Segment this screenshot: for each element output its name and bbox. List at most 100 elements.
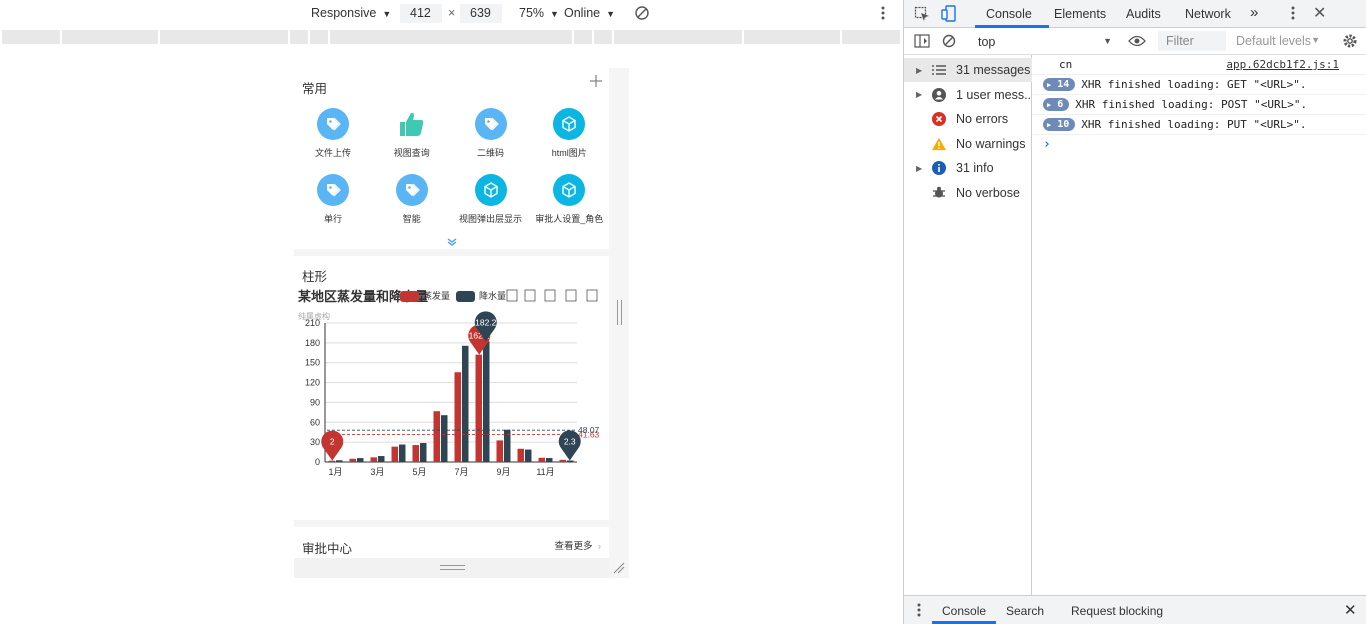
sidebar-filter-label: 31 info	[956, 161, 994, 176]
sidebar-filter-label: No errors	[956, 112, 1009, 127]
bar	[399, 444, 406, 462]
user-icon	[932, 87, 946, 102]
expand-chevron-icon[interactable]	[446, 236, 458, 250]
sidebar-filter-item[interactable]: No warnings	[904, 132, 1032, 156]
shortcut-label: 视图查询	[393, 148, 430, 158]
y-tick-label: 0	[315, 457, 320, 467]
more-options-icon[interactable]	[880, 5, 886, 24]
resize-grip-horizontal[interactable]	[440, 565, 465, 570]
shortcut-item[interactable]: 文件上传	[294, 108, 372, 159]
clear-console-icon[interactable]	[942, 34, 956, 51]
shortcut-item[interactable]: 视图查询	[373, 108, 451, 159]
shortcut-item[interactable]: 单行	[294, 174, 372, 225]
drawer-tab-request-blocking[interactable]: Request blocking	[1071, 604, 1163, 618]
y-tick-label: 180	[305, 338, 320, 348]
line-chart-icon[interactable]	[565, 289, 577, 302]
y-tick-label: 60	[310, 417, 320, 427]
view-more-link[interactable]: 查看更多 ›	[555, 538, 601, 552]
mark-point-label: 182.2	[475, 317, 497, 327]
sidebar-filter-item[interactable]: No verbose	[904, 181, 1032, 205]
y-tick-label: 210	[305, 318, 320, 328]
y-tick-label: 150	[305, 358, 320, 368]
repeat-count-badge[interactable]: ▶ 10	[1043, 118, 1076, 131]
shortcut-label: 单行	[323, 214, 342, 224]
expand-arrow-icon[interactable]: ▶	[916, 90, 922, 99]
save-image-icon[interactable]	[524, 289, 536, 302]
inspect-element-icon[interactable]	[914, 6, 930, 25]
console-message[interactable]: cn app.62dcb1f2.js:1	[1033, 55, 1366, 75]
sidebar-toggle-icon[interactable]	[914, 34, 930, 51]
device-toolbar-icon[interactable]	[941, 5, 957, 25]
repeat-count-badge[interactable]: ▶ 14	[1043, 78, 1076, 91]
console-output: cn app.62dcb1f2.js:1 ▶ 14 XHR finished load…	[1033, 55, 1366, 595]
resize-grip-vertical[interactable]	[617, 300, 622, 325]
rotate-icon[interactable]	[634, 5, 650, 24]
kebab-menu-icon[interactable]	[1290, 5, 1296, 24]
console-message[interactable]: ▶ 6 XHR finished loading: POST "<URL>".	[1033, 95, 1366, 115]
shortcut-item[interactable]: 智能	[373, 174, 451, 225]
favorites-card: 常用 文件上传 视图查询 二维码 html图片 单行 智能 视图弹出层显示 审批人设置_角色	[294, 68, 609, 249]
x-tick-label: 9月	[496, 467, 510, 477]
height-input[interactable]: 639	[460, 4, 502, 23]
thumbs-up-icon	[396, 108, 428, 140]
sidebar-filter-item[interactable]: ▶ 31 info	[904, 156, 1032, 180]
tab-elements[interactable]: Elements	[1054, 7, 1106, 21]
data-view-icon[interactable]	[506, 289, 518, 302]
shortcut-item[interactable]: html图片	[530, 108, 608, 159]
tab-console[interactable]: Console	[986, 7, 1032, 21]
restore-icon[interactable]	[544, 289, 556, 302]
drawer-menu-icon[interactable]	[916, 602, 922, 621]
expand-arrow-icon[interactable]: ▶	[916, 164, 922, 173]
legend-label: 蒸发量	[423, 290, 450, 301]
log-levels-select[interactable]: Default levels ▼	[1234, 31, 1324, 51]
bar	[525, 449, 532, 462]
gear-icon[interactable]	[1342, 33, 1358, 52]
bar-chart-icon[interactable]	[586, 289, 598, 302]
media-query-ruler[interactable]	[2, 30, 902, 44]
close-drawer-icon[interactable]: ✕	[1344, 601, 1357, 619]
zoom-select[interactable]: 75% ▼	[519, 6, 559, 20]
shortcut-label: 智能	[402, 214, 421, 224]
cube-icon	[553, 108, 586, 140]
more-tabs-icon[interactable]: »	[1250, 4, 1258, 21]
message-text: XHR finished loading: PUT "<URL>".	[1081, 118, 1307, 131]
caret-down-icon: ▼	[379, 9, 392, 19]
device-emulation-area: Responsive ▼ 412 × 639 75% ▼ Online ▼ 常用…	[0, 0, 903, 624]
message-source-link[interactable]: app.62dcb1f2.js:1	[1226, 58, 1339, 71]
x-tick-label: 1月	[328, 467, 342, 477]
filter-input[interactable]: Filter	[1158, 31, 1226, 51]
tab-audits[interactable]: Audits	[1126, 7, 1161, 21]
console-prompt-icon[interactable]: ›	[1043, 137, 1051, 152]
shortcut-item[interactable]: 二维码	[452, 108, 530, 159]
device-select[interactable]: Responsive ▼	[311, 6, 391, 20]
x-tick-label: 5月	[412, 467, 426, 477]
sidebar-filter-item[interactable]: ▶ 31 messages	[904, 58, 1032, 82]
warning-icon	[932, 137, 946, 151]
live-expression-eye-icon[interactable]	[1128, 34, 1146, 51]
tag-icon	[317, 174, 349, 206]
drawer-tab-search[interactable]: Search	[1006, 604, 1044, 618]
sidebar-filter-item[interactable]: No errors	[904, 107, 1032, 131]
add-icon[interactable]	[589, 74, 603, 91]
message-text: XHR finished loading: GET "<URL>".	[1081, 78, 1307, 91]
close-devtools-icon[interactable]: ✕	[1313, 3, 1326, 23]
repeat-count-badge[interactable]: ▶ 6	[1043, 98, 1070, 111]
shortcut-item[interactable]: 视图弹出层显示	[452, 174, 530, 225]
repeat-count: 14	[1057, 79, 1070, 90]
devtools-panel: Console Elements Audits Network » ✕ top …	[903, 0, 1366, 624]
console-message[interactable]: ▶ 10 XHR finished loading: PUT "<URL>".	[1033, 115, 1366, 135]
console-message[interactable]: ▶ 14 XHR finished loading: GET "<URL>".	[1033, 75, 1366, 95]
network-throttle-select[interactable]: Online ▼	[564, 6, 615, 20]
expand-arrow-icon[interactable]: ▶	[916, 66, 922, 75]
sidebar-filter-item[interactable]: ▶ 1 user mess...	[904, 83, 1032, 107]
context-select[interactable]: top ▼	[970, 31, 1114, 52]
drawer-tab-console[interactable]: Console	[942, 604, 986, 618]
legend-label: 降水量	[479, 290, 506, 301]
resize-corner-icon[interactable]	[612, 561, 626, 578]
bar	[420, 443, 427, 462]
shortcut-item[interactable]: 审批人设置_角色	[530, 174, 608, 225]
error-icon	[932, 112, 946, 127]
width-input[interactable]: 412	[400, 4, 442, 23]
chevron-right-icon: ›	[595, 541, 601, 552]
tab-network[interactable]: Network	[1185, 7, 1231, 21]
